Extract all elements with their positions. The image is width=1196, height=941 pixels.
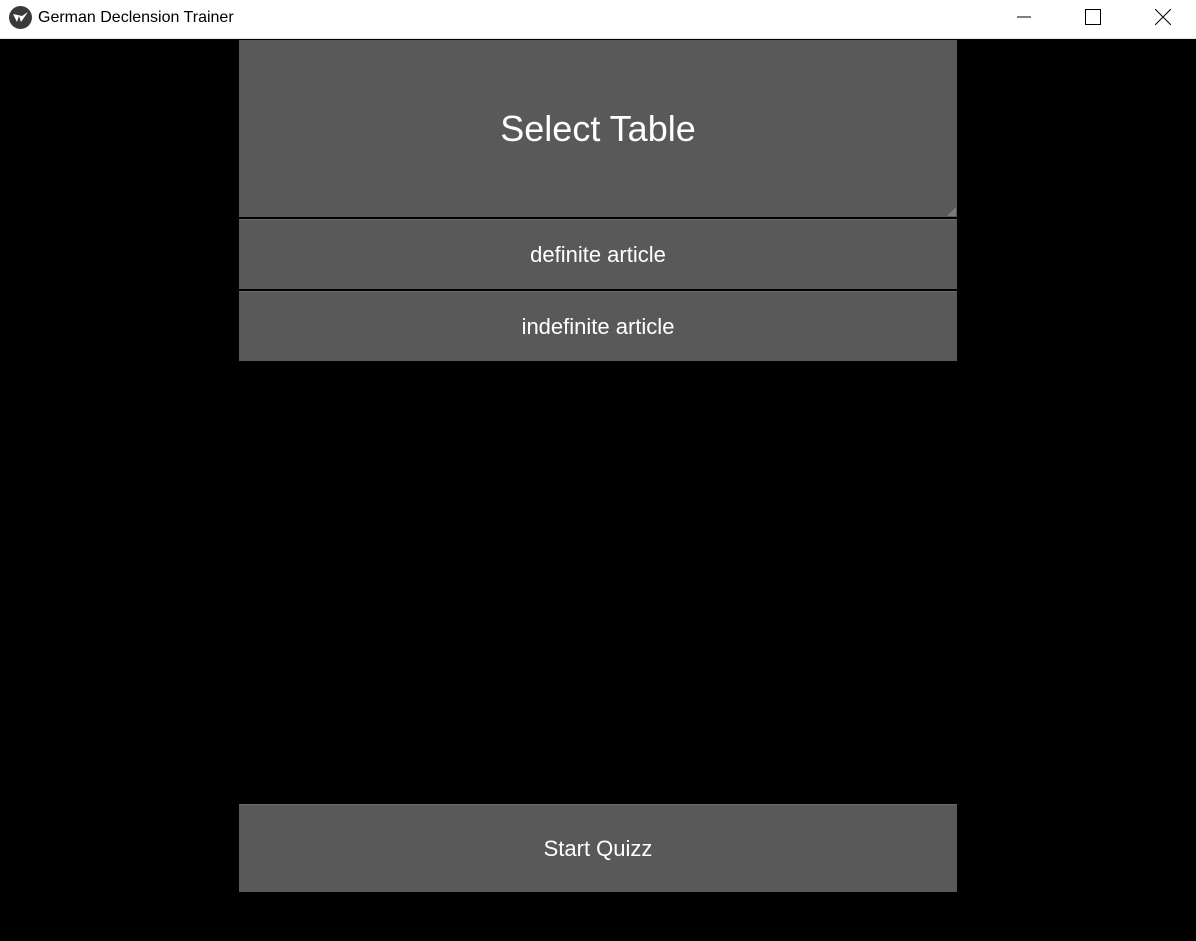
title-bar: German Declension Trainer [0, 0, 1196, 39]
start-quiz-button[interactable]: Start Quizz [239, 804, 957, 892]
close-button[interactable] [1140, 0, 1186, 34]
option-indefinite-article[interactable]: indefinite article [239, 291, 957, 361]
start-quiz-label: Start Quizz [543, 835, 653, 861]
select-table-spinner[interactable]: Select Table [239, 40, 957, 217]
dropdown-corner-icon [947, 207, 956, 216]
option-label: definite article [530, 241, 666, 267]
kivy-icon [9, 6, 32, 29]
window-title: German Declension Trainer [38, 9, 234, 26]
app-window: German Declension Trainer Select Table d… [0, 0, 1196, 941]
option-definite-article[interactable]: definite article [239, 219, 957, 289]
select-table-label: Select Table [500, 107, 696, 149]
maximize-button[interactable] [1070, 0, 1116, 34]
minimize-button[interactable] [1001, 0, 1047, 34]
close-icon [1155, 9, 1171, 25]
minimize-icon [1017, 16, 1031, 18]
option-label: indefinite article [521, 313, 675, 339]
maximize-icon [1085, 9, 1101, 25]
